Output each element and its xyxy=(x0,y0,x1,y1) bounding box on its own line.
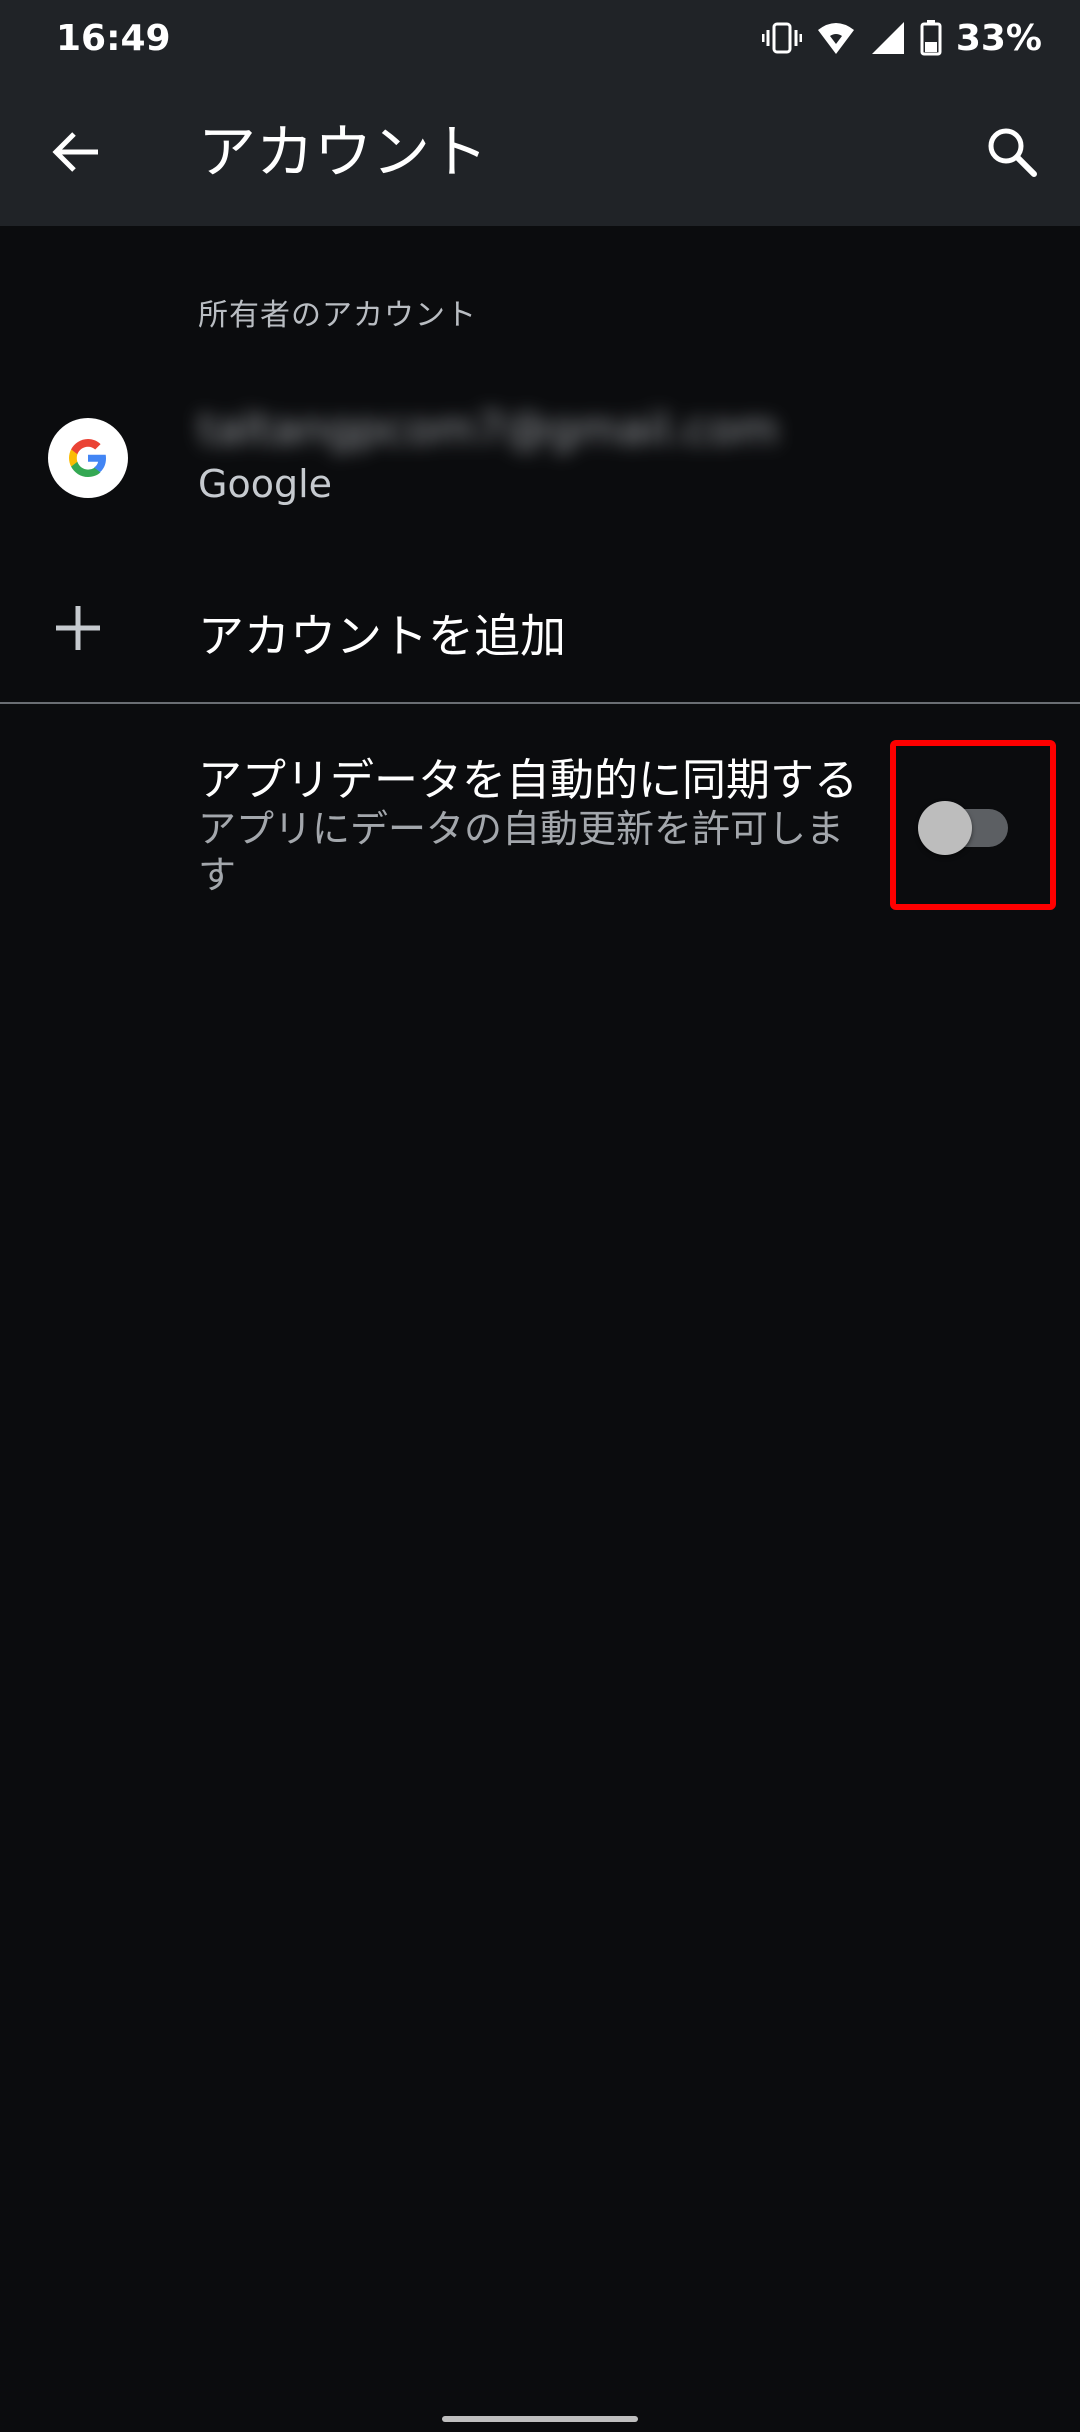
auto-sync-toggle[interactable] xyxy=(918,795,1008,855)
signal-icon xyxy=(870,20,906,56)
search-icon xyxy=(984,124,1040,184)
vibrate-icon xyxy=(761,20,802,56)
search-button[interactable] xyxy=(972,114,1052,194)
account-item-google[interactable]: taltangpcom7@gmail.com Google xyxy=(0,380,1080,530)
battery-percent: 33% xyxy=(955,17,1042,59)
section-header: 所有者のアカウント xyxy=(198,298,477,333)
back-button[interactable] xyxy=(40,118,112,190)
status-time: 16:49 xyxy=(56,17,171,59)
navigation-bar xyxy=(0,2380,1080,2432)
back-arrow-icon xyxy=(50,126,102,182)
add-account-button[interactable]: アカウントを追加 xyxy=(0,570,1080,690)
google-logo-icon xyxy=(48,418,128,498)
app-bar: アカウント xyxy=(0,76,1080,226)
auto-sync-description: アプリにデータの自動更新を許可します xyxy=(198,807,845,897)
battery-icon xyxy=(920,20,942,56)
plus-icon xyxy=(48,598,108,658)
wifi-icon xyxy=(816,20,856,56)
divider xyxy=(0,702,1080,704)
add-account-label: アカウントを追加 xyxy=(198,609,566,663)
status-icons: 33% xyxy=(761,17,1042,59)
status-bar: 16:49 33% xyxy=(0,0,1080,76)
gesture-handle[interactable] xyxy=(442,2416,638,2422)
account-type: Google xyxy=(198,462,333,506)
auto-sync-title: アプリデータを自動的に同期する xyxy=(198,755,858,806)
page-title: アカウント xyxy=(198,118,489,186)
account-email: taltangpcom7@gmail.com xyxy=(198,404,779,455)
toggle-thumb xyxy=(918,801,972,855)
